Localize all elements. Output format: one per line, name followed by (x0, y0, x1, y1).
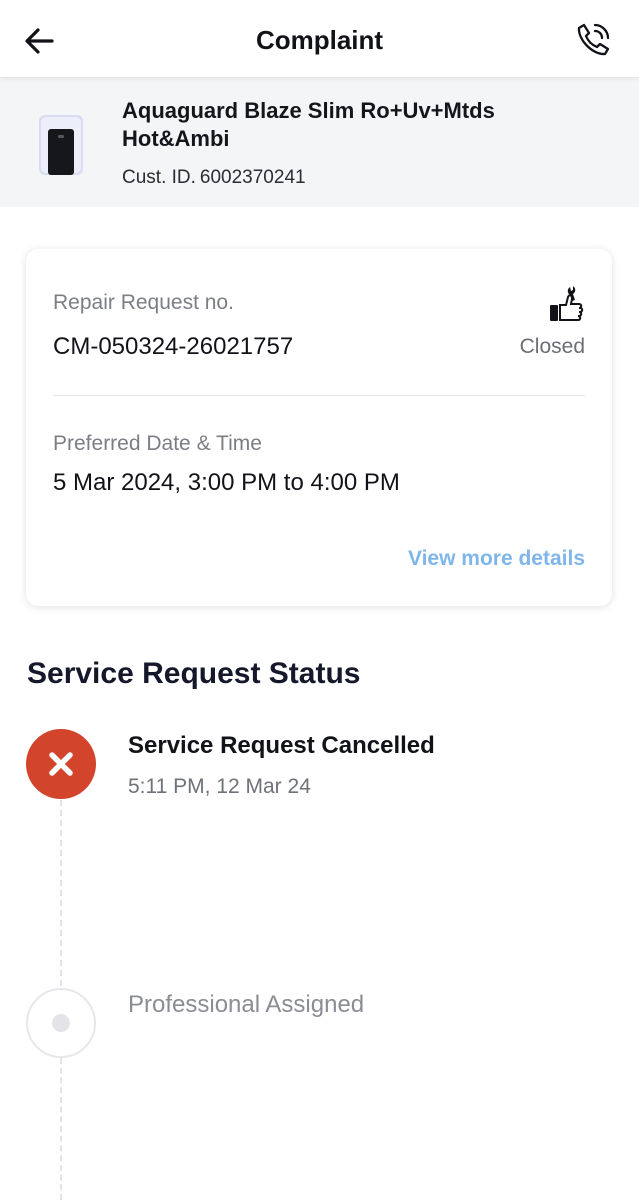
app-header: Complaint (0, 0, 639, 77)
request-status: Closed (519, 335, 585, 358)
close-icon (49, 752, 73, 776)
repair-request-card: Repair Request no. CM-050324-26021757 Cl… (26, 249, 612, 606)
call-button[interactable] (575, 22, 611, 58)
step-title: Professional Assigned (128, 991, 365, 1018)
water-purifier-image (39, 115, 83, 175)
phone-call-icon (577, 23, 610, 56)
product-summary: Aquaguard Blaze Slim Ro+Uv+Mtds Hot&Ambi… (0, 77, 639, 207)
preferred-date-label: Preferred Date & Time (53, 432, 262, 455)
step-time: 5:11 PM, 12 Mar 24 (128, 775, 311, 798)
status-section-title: Service Request Status (27, 657, 361, 690)
card-divider (53, 395, 585, 396)
product-name: Aquaguard Blaze Slim Ro+Uv+Mtds Hot&Ambi (122, 98, 495, 151)
timeline-connector (60, 1058, 62, 1200)
view-more-details-link[interactable]: View more details (408, 547, 585, 571)
pending-status-marker (26, 988, 96, 1058)
repair-request-label: Repair Request no. (53, 291, 234, 314)
customer-id: Cust. ID. 6002370241 (122, 167, 306, 189)
cancelled-status-marker (26, 729, 96, 799)
customer-id-value: 6002370241 (199, 167, 306, 188)
step-title: Service Request Cancelled (128, 732, 435, 759)
repair-request-number: CM-050324-26021757 (53, 333, 294, 360)
repair-thumbs-up-icon (550, 286, 584, 321)
page-title: Complaint (255, 25, 384, 55)
timeline-connector (60, 800, 62, 986)
pending-dot (52, 1014, 70, 1032)
preferred-date-value: 5 Mar 2024, 3:00 PM to 4:00 PM (53, 469, 400, 496)
customer-id-label: Cust. ID. (122, 167, 196, 188)
